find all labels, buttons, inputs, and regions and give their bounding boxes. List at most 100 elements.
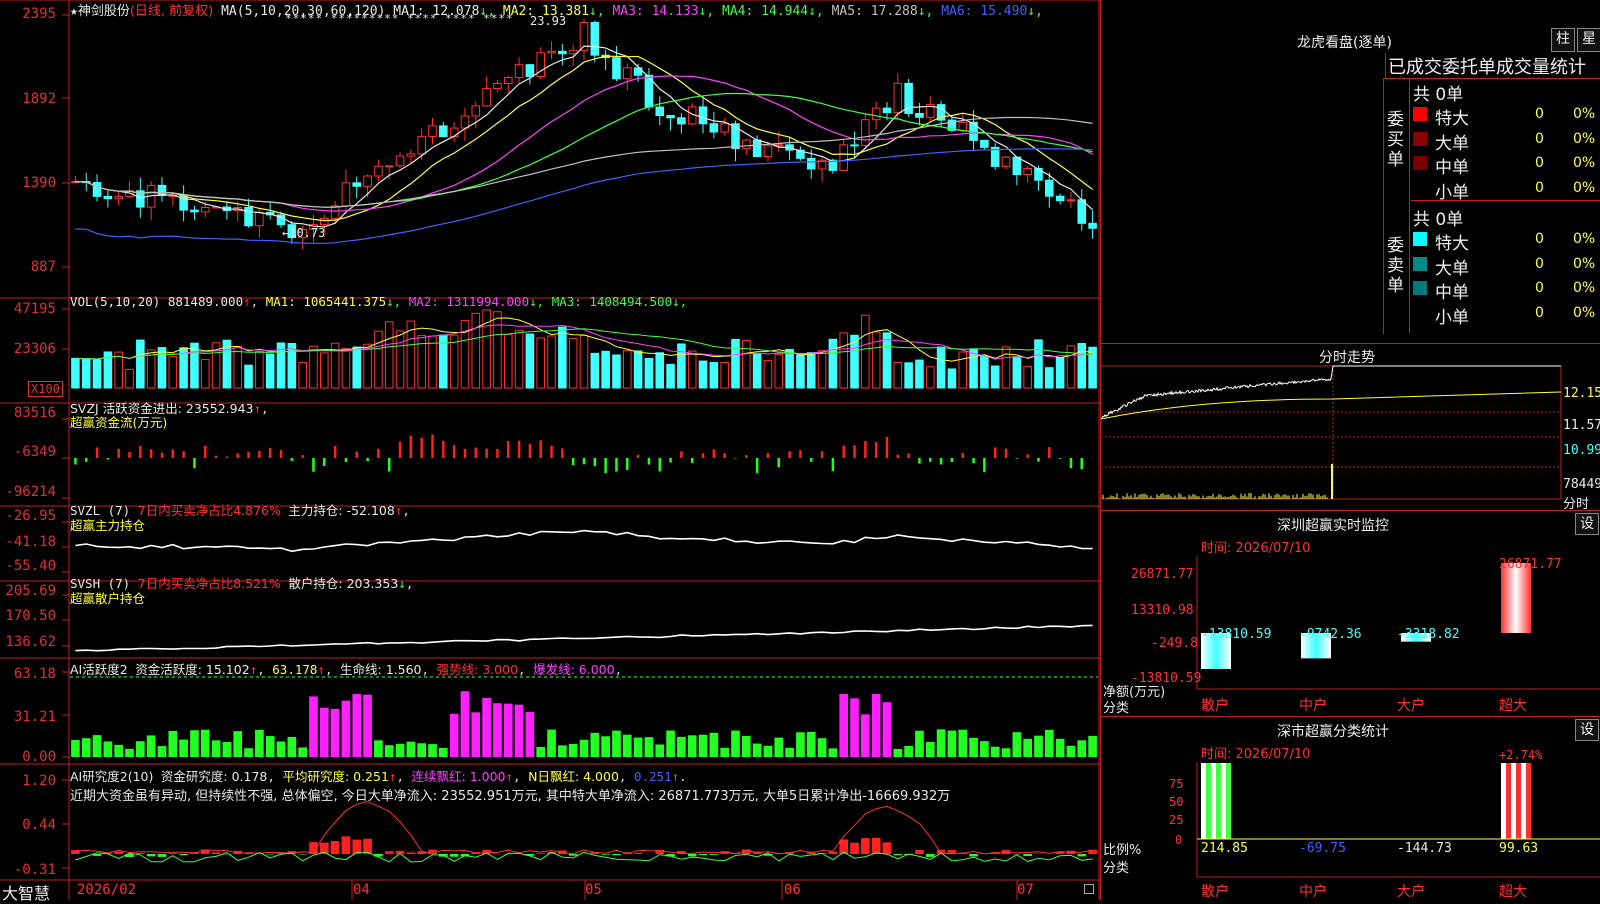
ma-line (75, 56, 1092, 220)
research-bar (688, 854, 697, 856)
volume-bar (623, 351, 631, 388)
candle-body (721, 124, 729, 132)
volume-bar (829, 339, 837, 388)
activity-bar (904, 746, 913, 757)
volume-bar (710, 363, 718, 388)
activity-bar (1067, 746, 1076, 757)
cls-value-label: 99.63 (1499, 841, 1538, 856)
volume-bar (667, 364, 675, 388)
activity-bar (1023, 739, 1032, 757)
activity-bar (223, 742, 232, 757)
sz-category-label: 大户 (1397, 695, 1425, 715)
research-bar (612, 854, 621, 855)
volume-bar (1046, 368, 1054, 388)
volume-bar (634, 351, 642, 388)
volume-bar (645, 359, 653, 388)
activity-bar (385, 745, 394, 757)
cls-axis-label: 25 (1169, 813, 1183, 827)
ai-active-v5: 爆发线: 6.000 (533, 662, 614, 677)
activity-bar (580, 740, 589, 757)
lhb-sell-total: 共 0单 (1413, 205, 1463, 230)
volume-bar (807, 353, 815, 388)
activity-bar (796, 732, 805, 757)
candle-body (104, 196, 112, 198)
legend-swatch (1413, 306, 1427, 320)
svzl-axis-label: -41.18 (0, 534, 56, 550)
activity-bar (1034, 736, 1043, 757)
candle-body (851, 145, 859, 146)
lhb-row: 大单00% (1413, 254, 1600, 276)
activity-bar (536, 747, 545, 757)
candle-body (1089, 223, 1097, 228)
volume-bar (613, 355, 621, 388)
volume-bar (840, 333, 848, 388)
volume-bar (764, 361, 772, 388)
svsh-sub: 超赢散户持仓 (70, 588, 145, 607)
lock-icon[interactable] (1084, 884, 1094, 894)
intraday-axis-label: 11.57 (1563, 418, 1600, 433)
candle-body (504, 77, 512, 83)
candle-body (613, 58, 621, 79)
intraday-panel[interactable]: 分时走势 12.15 11.57 10.99 78449 分时 (1101, 343, 1600, 511)
volume-bar (537, 338, 545, 388)
lhb-row-label: 中单 (1435, 153, 1469, 178)
ai-research-header: AI研究度2(10) 资金研究度: 0.178, 平均研究度: 0.251↑, … (70, 766, 687, 785)
activity-bar (504, 704, 513, 757)
cls-category-label: 散户 (1201, 881, 1229, 901)
activity-bar (634, 738, 643, 757)
activity-bar (407, 742, 416, 757)
volume-bar (288, 343, 296, 388)
volume-bar (245, 365, 253, 388)
cls-value-label: -69.75 (1299, 841, 1346, 856)
candle-body (764, 146, 772, 157)
activity-bar (861, 714, 870, 757)
volume-bar (1024, 366, 1032, 388)
candle-body (515, 65, 523, 78)
intraday-chart-svg[interactable] (1101, 344, 1600, 511)
activity-bar (158, 746, 167, 757)
candle-body (1002, 157, 1010, 166)
vol-unit-badge[interactable]: X100 (28, 381, 63, 397)
ai-research-v3: 连续飘红: 1.000 (412, 769, 506, 784)
volume-bar (937, 347, 945, 388)
volume-bar (72, 358, 80, 388)
volume-bar (1078, 344, 1086, 388)
activity-bar (785, 748, 794, 757)
research-bar (147, 854, 156, 856)
star-icon[interactable]: ★ (70, 4, 78, 19)
research-bar (363, 839, 372, 854)
ma-arrow: ↓, (386, 294, 409, 309)
volume-bar (472, 313, 480, 388)
period-label[interactable]: (日线, 前复权) (130, 4, 213, 19)
ai-research-v4: N日飘红: 4.000 (528, 769, 619, 784)
activity-bar (244, 748, 253, 757)
volume-bar (256, 351, 264, 388)
lhb-row-count: 0 (1535, 180, 1544, 196)
kline-chart-area[interactable]: 2395 1892 1390 887 ★神剑股份(日线, 前复权) MA(5,1… (0, 0, 1100, 900)
activity-bar (710, 733, 719, 757)
candle-body (115, 197, 123, 199)
research-bar (385, 851, 394, 854)
candle-body (461, 116, 469, 128)
intraday-price-line (1101, 366, 1561, 419)
activity-bar (461, 691, 470, 757)
lhb-star-button[interactable]: 星 (1577, 28, 1600, 52)
research-bar (331, 841, 340, 854)
candle-body (883, 108, 891, 112)
activity-bar (309, 696, 318, 757)
ma-line (75, 118, 1092, 208)
activity-bar (277, 741, 286, 757)
ma-value: MA1: 1065441.375 (266, 294, 386, 309)
brand-logo[interactable]: 大智慧 (2, 880, 50, 904)
lhb-row: 中单00% (1413, 153, 1600, 175)
volume-bar (916, 360, 924, 388)
kline-chart-svg[interactable] (0, 0, 1100, 900)
ma-arrow: ↓, (672, 294, 687, 309)
activity-bar (991, 747, 1000, 757)
lhb-row-count: 0 (1535, 106, 1544, 122)
activity-bar (179, 740, 188, 757)
activity-bar (396, 744, 405, 757)
activity-bar (331, 709, 340, 757)
volume-bar (201, 359, 209, 388)
lhb-column-button[interactable]: 柱 (1551, 28, 1575, 52)
